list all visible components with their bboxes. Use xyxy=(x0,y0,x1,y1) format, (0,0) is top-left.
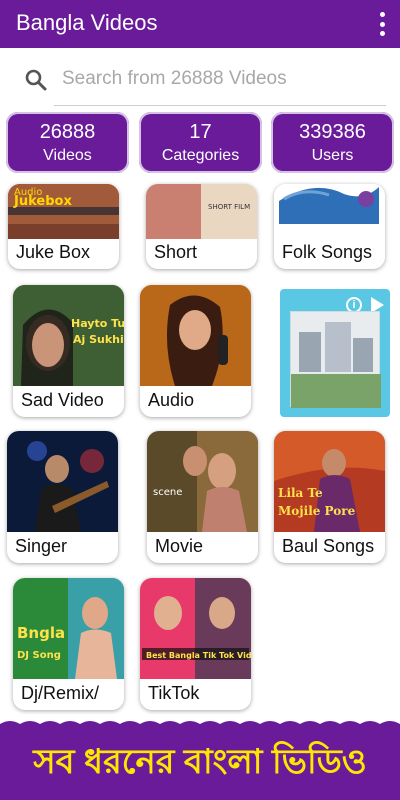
category-card-short[interactable]: SHORT FILM Short xyxy=(146,184,257,269)
banner-wave-edge xyxy=(0,718,400,724)
stat-videos[interactable]: 26888 Videos xyxy=(6,112,129,173)
search-bar[interactable]: Search from 26888 Videos xyxy=(0,48,400,110)
sad-video-thumbnail: Hayto Tumi Aj Sukhi xyxy=(13,285,124,386)
category-card-dj-remix[interactable]: Bngla DJ Song Dj/Remix/ xyxy=(13,578,124,710)
svg-text:DJ Song: DJ Song xyxy=(17,650,61,661)
stat-categories[interactable]: 17 Categories xyxy=(139,112,262,173)
singer-thumbnail xyxy=(7,431,118,532)
category-label: Juke Box xyxy=(16,242,91,262)
category-label: Baul Songs xyxy=(282,536,375,556)
svg-text:SHORT FILM: SHORT FILM xyxy=(208,203,250,211)
search-input[interactable]: Search from 26888 Videos xyxy=(62,68,287,90)
search-underline xyxy=(54,105,386,106)
svg-text:scene: scene xyxy=(153,487,182,498)
category-label: Audio xyxy=(148,390,195,410)
category-card-singer[interactable]: Singer xyxy=(7,431,118,563)
category-card-juke-box[interactable]: Audio Jukebox Juke Box xyxy=(8,184,119,269)
svg-text:Jukebox: Jukebox xyxy=(13,194,72,209)
advertisement[interactable]: i xyxy=(280,289,390,417)
tiktok-thumbnail: Best Bangla Tik Tok Video xyxy=(140,578,251,679)
app-bar: Bangla Videos xyxy=(0,0,400,48)
svg-text:Mojile Pore: Mojile Pore xyxy=(278,504,356,518)
category-card-sad-video[interactable]: Hayto Tumi Aj Sukhi Sad Video xyxy=(13,285,124,417)
movie-thumbnail: scene xyxy=(147,431,258,532)
more-options-icon[interactable] xyxy=(378,12,386,36)
ad-image xyxy=(290,311,381,408)
stat-users[interactable]: 339386 Users xyxy=(271,112,394,173)
category-card-movie[interactable]: scene Movie xyxy=(147,431,258,563)
folk-songs-thumbnail xyxy=(274,184,385,239)
juke-box-thumbnail: Audio Jukebox xyxy=(8,184,119,239)
svg-text:Hayto Tumi: Hayto Tumi xyxy=(71,317,124,330)
category-label: Dj/Remix/ xyxy=(21,683,100,703)
svg-text:Best Bangla Tik Tok Video: Best Bangla Tik Tok Video xyxy=(146,651,251,660)
audio-thumbnail xyxy=(140,285,251,386)
dj-remix-thumbnail: Bngla DJ Song xyxy=(13,578,124,679)
category-label: TikTok xyxy=(148,683,200,703)
svg-text:Lila Te: Lila Te xyxy=(278,486,323,500)
svg-text:Aj Sukhi: Aj Sukhi xyxy=(73,333,124,346)
stat-label: Users xyxy=(311,147,354,164)
search-icon xyxy=(25,69,47,91)
app-title: Bangla Videos xyxy=(16,10,158,35)
stat-value: 26888 xyxy=(39,121,96,143)
category-label: Sad Video xyxy=(21,390,104,410)
banner-text: সব ধরনের বাংলা ভিডিও xyxy=(33,743,367,781)
baul-songs-thumbnail: Lila Te Mojile Pore xyxy=(274,431,385,532)
svg-text:Bngla: Bngla xyxy=(17,624,65,642)
bottom-banner[interactable]: সব ধরনের বাংলা ভিডিও xyxy=(0,718,400,800)
short-thumbnail: SHORT FILM xyxy=(146,184,257,239)
stat-label: Categories xyxy=(161,147,240,164)
category-label: Folk Songs xyxy=(282,242,373,262)
category-card-audio[interactable]: Audio xyxy=(140,285,251,417)
category-label: Singer xyxy=(15,536,68,556)
category-card-folk-songs[interactable]: Folk Songs xyxy=(274,184,385,269)
stat-value: 339386 xyxy=(299,121,366,143)
category-card-baul-songs[interactable]: Lila Te Mojile Pore Baul Songs xyxy=(274,431,385,563)
stat-label: Videos xyxy=(43,147,92,164)
category-label: Short xyxy=(154,242,198,262)
category-card-tiktok[interactable]: Best Bangla Tik Tok Video TikTok xyxy=(140,578,251,710)
stat-value: 17 xyxy=(189,121,212,143)
category-label: Movie xyxy=(155,536,204,556)
